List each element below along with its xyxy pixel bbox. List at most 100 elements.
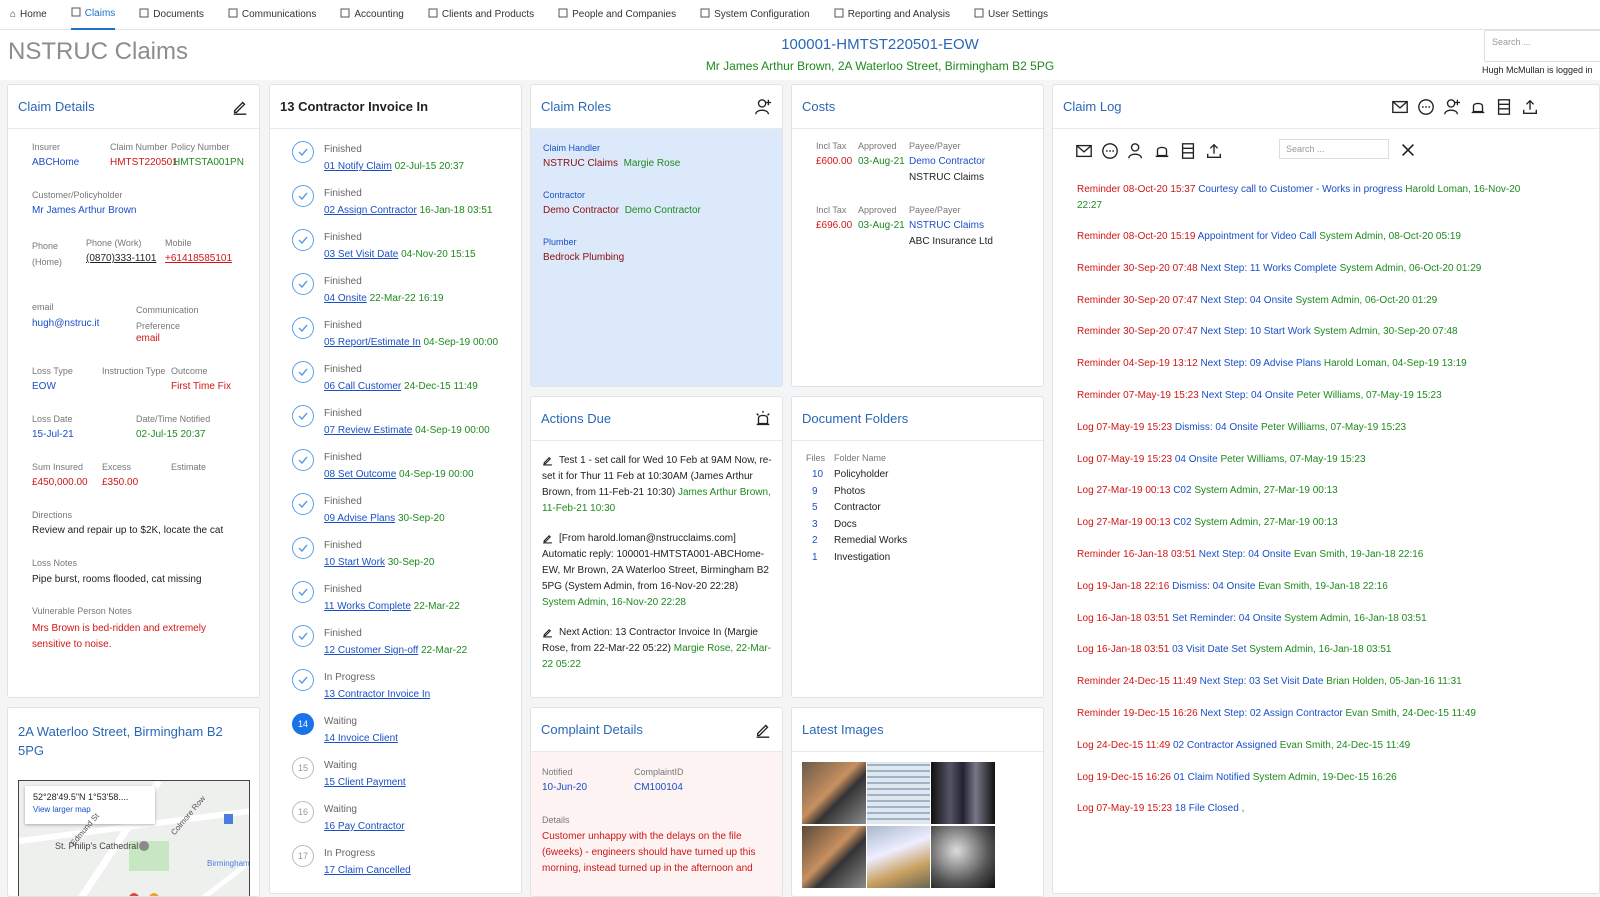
log-entry[interactable]: Log 07-May-19 15:23 18 File Closed , — [1077, 801, 1547, 817]
log-entry[interactable]: Reminder 07-May-19 15:23 Next Step: 04 O… — [1077, 388, 1547, 404]
step-date: 22-Mar-22 16:19 — [369, 293, 444, 304]
folder-name[interactable]: Photos — [834, 486, 865, 497]
image-thumbnail[interactable] — [867, 826, 930, 888]
add-person-icon[interactable] — [1443, 98, 1461, 116]
log-entry[interactable]: Reminder 19-Dec-15 16:26 Next Step: 02 A… — [1077, 706, 1547, 722]
log-entry-description: 18 File Closed — [1174, 803, 1239, 815]
add-person-icon[interactable] — [754, 98, 772, 116]
log-entry[interactable]: Log 16-Jan-18 03:51 03 Visit Date Set Sy… — [1077, 642, 1547, 658]
mobile-link[interactable]: +61418585101 — [165, 253, 232, 264]
edit-icon[interactable] — [542, 455, 553, 466]
add-person-icon[interactable] — [1127, 142, 1145, 160]
log-entry[interactable]: Reminder 08-Oct-20 15:37 Courtesy call t… — [1077, 182, 1547, 214]
log-entry[interactable]: Log 07-May-19 15:23 04 Onsite Peter Will… — [1077, 452, 1547, 468]
nav-item-user-settings[interactable]: User Settings — [974, 0, 1048, 30]
excess-value: £350.00 — [102, 477, 139, 488]
step-link[interactable]: 09 Advise Plans — [324, 513, 395, 524]
log-entry[interactable]: Log 27-Mar-19 00:13 C02 System Admin, 27… — [1077, 515, 1547, 531]
edit-icon[interactable] — [542, 533, 553, 544]
image-thumbnail[interactable] — [931, 826, 995, 888]
step-link[interactable]: 10 Start Work — [324, 557, 385, 568]
log-entry[interactable]: Reminder 30-Sep-20 07:47 Next Step: 10 S… — [1077, 324, 1547, 340]
step-link[interactable]: 12 Customer Sign-off — [324, 645, 418, 656]
folder-name[interactable]: Investigation — [834, 552, 890, 563]
claim-log-filters — [1075, 142, 1223, 160]
role-name: Claim Handler — [543, 143, 601, 153]
phone-work-link[interactable]: (0870)333-1101 — [86, 253, 156, 264]
alarm-icon[interactable] — [754, 410, 772, 428]
nav-item-accounting[interactable]: Accounting — [340, 0, 404, 30]
global-search-input[interactable]: Search ... — [1484, 30, 1600, 62]
claim-log-search-input[interactable]: Search ... — [1279, 139, 1389, 159]
alarm-icon[interactable] — [1469, 98, 1487, 116]
log-entry[interactable]: Reminder 04-Sep-19 13:12 Next Step: 09 A… — [1077, 356, 1547, 372]
step-link[interactable]: 08 Set Outcome — [324, 469, 396, 480]
step-link[interactable]: 07 Review Estimate — [324, 425, 412, 436]
nav-item-documents[interactable]: Documents — [139, 0, 204, 30]
folder-name[interactable]: Docs — [834, 519, 857, 530]
cost-payee[interactable]: NSTRUC Claims — [909, 220, 984, 231]
step-link[interactable]: 01 Notify Claim — [324, 161, 392, 172]
nav-item-system-configuration[interactable]: System Configuration — [700, 0, 810, 30]
email-value[interactable]: hugh@nstruc.it — [32, 318, 99, 329]
log-entry-description: Appointment for Video Call — [1197, 231, 1317, 242]
edit-icon[interactable] — [754, 721, 772, 739]
log-entry[interactable]: Reminder 24-Dec-15 11:49 Next Step: 03 S… — [1077, 674, 1547, 690]
chat-icon[interactable] — [1417, 98, 1435, 116]
step-link[interactable]: 17 Claim Cancelled — [324, 865, 411, 876]
log-entry[interactable]: Log 07-May-19 15:23 Dismiss: 04 Onsite P… — [1077, 420, 1547, 436]
cost-payee[interactable]: Demo Contractor — [909, 156, 985, 167]
nav-item-claims[interactable]: Claims — [70, 0, 116, 30]
check-icon — [292, 229, 314, 251]
step-link[interactable]: 14 Invoice Client — [324, 733, 398, 744]
log-entry[interactable]: Reminder 08-Oct-20 15:19 Appointment for… — [1077, 229, 1547, 245]
list-icon[interactable] — [1495, 98, 1513, 116]
image-thumbnail[interactable] — [867, 762, 930, 824]
email-icon[interactable] — [1391, 98, 1409, 116]
nav-item-people-and-companies[interactable]: People and Companies — [558, 0, 676, 30]
log-entry[interactable]: Log 19-Jan-18 22:16 Dismiss: 04 Onsite E… — [1077, 579, 1547, 595]
list-icon[interactable] — [1179, 142, 1197, 160]
log-entry[interactable]: Reminder 30-Sep-20 07:47 Next Step: 04 O… — [1077, 293, 1547, 309]
step-link[interactable]: 05 Report/Estimate In — [324, 337, 421, 348]
log-entry[interactable]: Log 27-Mar-19 00:13 C02 System Admin, 27… — [1077, 483, 1547, 499]
step-link[interactable]: 11 Works Complete — [324, 601, 411, 612]
step-link[interactable]: 06 Call Customer — [324, 381, 401, 392]
larger-map-link[interactable]: View larger map — [33, 805, 147, 814]
action-item[interactable]: Test 1 - set call for Wed 10 Feb at 9AM … — [542, 453, 772, 517]
folder-name[interactable]: Policyholder — [834, 469, 888, 480]
close-icon[interactable] — [1399, 141, 1417, 159]
step-link[interactable]: 04 Onsite — [324, 293, 367, 304]
step-link[interactable]: 13 Contractor Invoice In — [324, 689, 430, 700]
nav-item-clients-and-products[interactable]: Clients and Products — [428, 0, 534, 30]
log-entry[interactable]: Log 16-Jan-18 03:51 Set Reminder: 04 Ons… — [1077, 611, 1547, 627]
step-link[interactable]: 03 Set Visit Date — [324, 249, 398, 260]
map-view[interactable]: 52°28'49.5"N 1°53'58.... View larger map… — [18, 780, 250, 896]
image-thumbnail[interactable] — [931, 762, 995, 824]
action-item[interactable]: Next Action: 13 Contractor Invoice In (M… — [542, 625, 772, 673]
insurer-value: ABCHome — [32, 157, 80, 168]
log-entry[interactable]: Reminder 30-Sep-20 07:48 Next Step: 11 W… — [1077, 261, 1547, 277]
log-entry[interactable]: Reminder 16-Jan-18 03:51 Next Step: 04 O… — [1077, 547, 1547, 563]
nav-item-communications[interactable]: Communications — [228, 0, 316, 30]
folder-name[interactable]: Contractor — [834, 502, 881, 513]
image-thumbnail[interactable] — [802, 762, 866, 824]
log-entry[interactable]: Log 24-Dec-15 11:49 02 Contractor Assign… — [1077, 738, 1547, 754]
edit-icon[interactable] — [231, 98, 249, 116]
edit-icon[interactable] — [542, 627, 553, 638]
chat-icon[interactable] — [1101, 142, 1119, 160]
folder-name[interactable]: Remedial Works — [834, 535, 907, 546]
customer-value[interactable]: Mr James Arthur Brown — [32, 205, 136, 216]
upload-icon[interactable] — [1521, 98, 1539, 116]
nav-item-reporting-and-analysis[interactable]: Reporting and Analysis — [834, 0, 950, 30]
upload-icon[interactable] — [1205, 142, 1223, 160]
step-link[interactable]: 02 Assign Contractor — [324, 205, 417, 216]
action-item[interactable]: [From harold.loman@nstrucclaims.com] Aut… — [542, 531, 772, 611]
step-link[interactable]: 15 Client Payment — [324, 777, 406, 788]
alarm-icon[interactable] — [1153, 142, 1171, 160]
image-thumbnail[interactable] — [802, 826, 866, 888]
nav-item-home[interactable]: ⌂ Home — [10, 0, 47, 30]
email-icon[interactable] — [1075, 142, 1093, 160]
step-link[interactable]: 16 Pay Contractor — [324, 821, 405, 832]
log-entry[interactable]: Log 19-Dec-15 16:26 01 Claim Notified Sy… — [1077, 770, 1547, 786]
